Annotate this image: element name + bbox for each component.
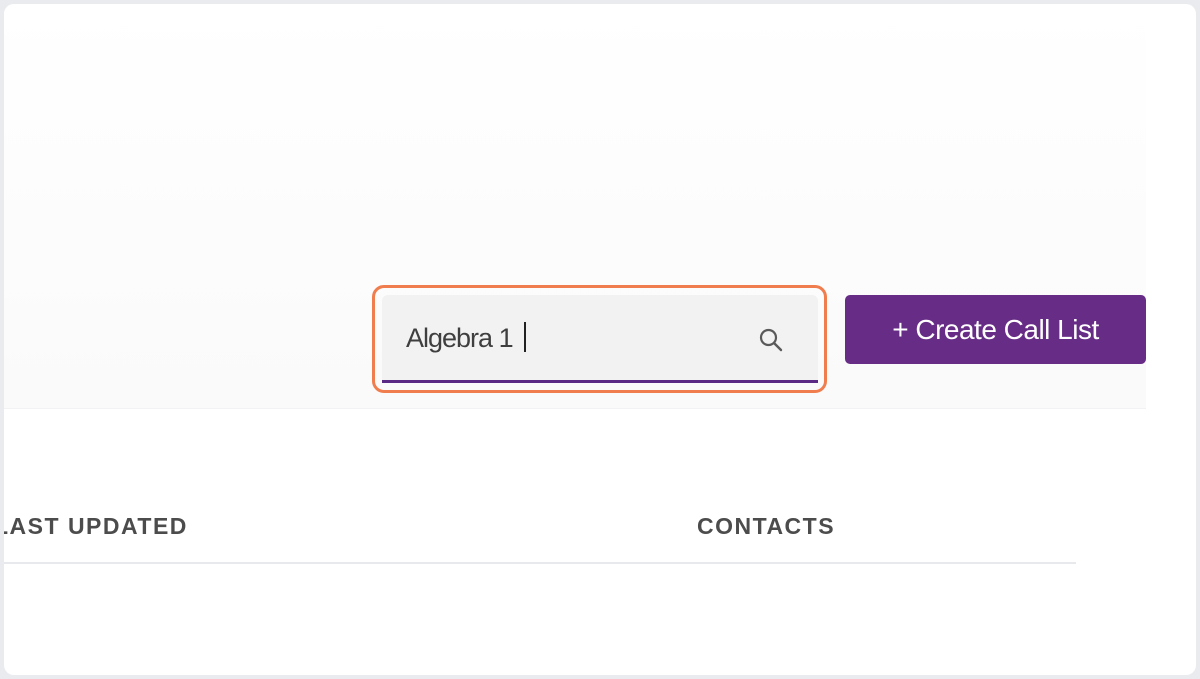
search-icon[interactable] (758, 327, 784, 353)
text-caret (524, 322, 526, 352)
create-call-list-button[interactable]: + Create Call List (845, 295, 1146, 364)
column-header-contacts[interactable]: CONTACTS (697, 513, 835, 540)
search-input[interactable] (406, 318, 726, 358)
table-header: LAST UPDATED CONTACTS (4, 504, 1076, 564)
app-window: + Create Call List LAST UPDATED CONTACTS (4, 4, 1196, 675)
search-field[interactable] (382, 295, 818, 383)
column-header-last-updated[interactable]: LAST UPDATED (4, 513, 188, 540)
